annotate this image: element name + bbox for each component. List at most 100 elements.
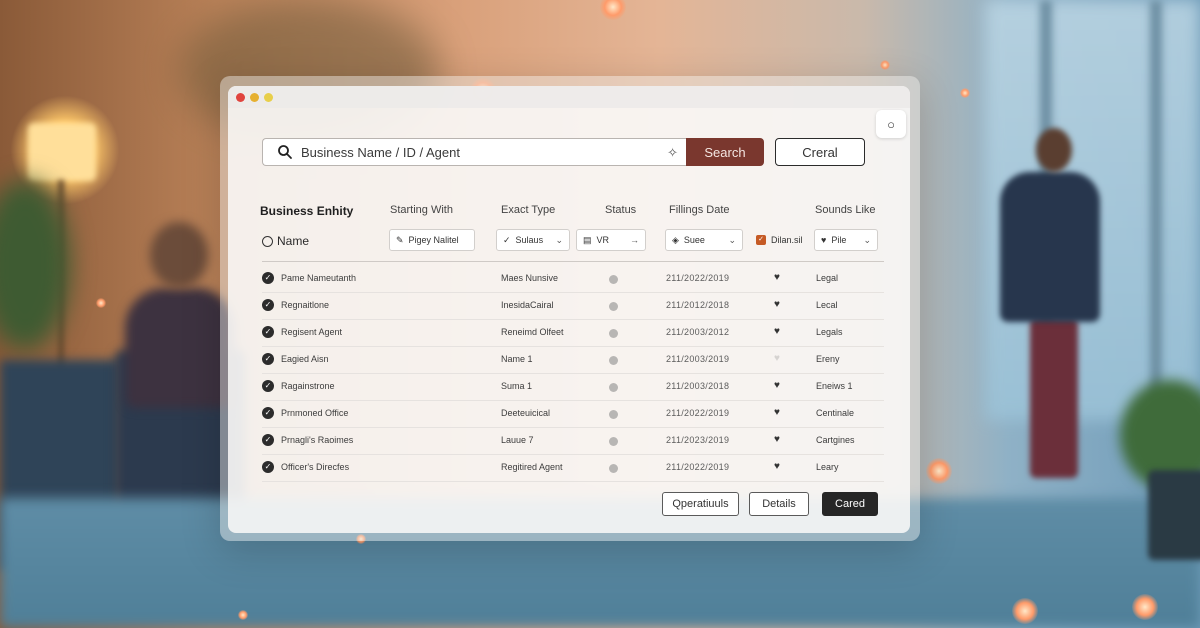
heart-icon[interactable]: ♥ (774, 326, 780, 337)
status-dot-icon (609, 437, 618, 446)
row-filing-date: 211/2022/2019 (666, 462, 730, 472)
cancel-button[interactable]: Creral (775, 138, 865, 166)
header-filings-date: Fillings Date (669, 204, 730, 216)
search-icon (278, 145, 292, 159)
row-filing-date: 211/2003/2018 (666, 381, 730, 391)
row-business-name: Ragainstrone (281, 381, 335, 391)
table-row[interactable]: ✓ Officer's Direcfes Regitired Agent 211… (262, 454, 884, 482)
table-row[interactable]: ✓ Eagied Aisn Name 1 211/2003/2019 ♥ Ere… (262, 346, 884, 374)
settings-button[interactable]: ○ (876, 110, 906, 138)
check-circle-icon: ✓ (262, 380, 274, 392)
light-particle (1132, 594, 1158, 620)
check-circle-icon: ✓ (262, 326, 274, 338)
header-starting-with: Starting With (390, 204, 453, 216)
arrow-right-icon: → (630, 235, 639, 245)
row-type: Suma 1 (501, 381, 533, 391)
status-dot-icon (609, 356, 618, 365)
row-business-name: Prnagli's Raoimes (281, 435, 354, 445)
row-business-name: Officer's Direcfes (281, 462, 350, 472)
heart-icon[interactable]: ♥ (774, 272, 780, 283)
row-filing-date: 211/2023/2019 (666, 435, 730, 445)
row-business-name: Prnmoned Office (281, 408, 349, 418)
light-particle (238, 610, 248, 620)
status-dot-icon (609, 302, 618, 311)
status-dot-icon (609, 410, 618, 419)
table-row[interactable]: ✓ Pame Nameutanth Maes Nunsive 211/2022/… (262, 265, 884, 293)
heart-icon[interactable]: ♥ (774, 380, 780, 391)
seated-person (125, 288, 235, 408)
row-type: InesidaCairal (501, 300, 554, 310)
row-filing-date: 211/2022/2019 (666, 408, 730, 418)
heart-icon[interactable]: ♥ (774, 407, 780, 418)
row-type: Deeteuicical (501, 408, 551, 418)
row-type: Lauue 7 (501, 435, 534, 445)
heart-icon[interactable]: ♥ (774, 461, 780, 472)
search-input[interactable] (299, 143, 663, 161)
table-row[interactable]: ✓ Prnagli's Raoimes Lauue 7 211/2023/201… (262, 427, 884, 455)
table-divider (262, 261, 884, 262)
status-dot-icon (609, 275, 618, 284)
search-button[interactable]: Search (686, 138, 764, 166)
light-particle (880, 60, 890, 70)
checkbox-filter[interactable]: ✓ Dilan.sil (750, 229, 810, 251)
submit-button[interactable]: Cared (822, 492, 878, 516)
calendar-icon: ▤ (583, 234, 592, 245)
row-business-name: Eagied Aisn (281, 354, 329, 364)
close-window-button[interactable] (236, 93, 245, 102)
row-sounds-like: Legal (816, 273, 839, 283)
maximize-window-button[interactable] (264, 93, 273, 102)
check-circle-icon: ✓ (262, 299, 274, 311)
status-value: VR (596, 235, 610, 245)
row-sounds-like: Legals (816, 327, 843, 337)
row-business-name: Regisent Agent (281, 327, 343, 337)
voice-search-icon[interactable]: ✧ (667, 145, 678, 161)
status-filter[interactable]: ▤ VR → (576, 229, 646, 251)
check-circle-icon: ✓ (262, 434, 274, 446)
table-row[interactable]: ✓ Ragainstrone Suma 1 211/2003/2018 ♥ En… (262, 373, 884, 401)
header-sounds-like: Sounds Like (815, 204, 876, 216)
row-filing-date: 211/2003/2019 (666, 354, 730, 364)
starting-with-filter[interactable]: ✎ Pigey Nalitel (389, 229, 475, 251)
chevron-down-icon: ⌄ (728, 234, 736, 245)
heart-icon[interactable]: ♥ (774, 299, 780, 310)
sounds-like-value: Pile (831, 235, 847, 245)
check-circle-icon: ✓ (262, 353, 274, 365)
heart-icon[interactable]: ♥ (774, 434, 780, 445)
chevron-down-icon: ⌄ (555, 234, 563, 245)
light-particle (1012, 598, 1038, 624)
filings-date-dropdown[interactable]: ◈ Suee ⌄ (665, 229, 743, 251)
minimize-window-button[interactable] (250, 93, 259, 102)
row-sounds-like: Lecal (816, 300, 838, 310)
table-row[interactable]: ✓ Regnaitlone InesidaCairal 211/2012/201… (262, 292, 884, 320)
exact-type-dropdown[interactable]: ✓ Sulaus ⌄ (496, 229, 570, 251)
heart-outline-icon[interactable]: ♥ (774, 353, 780, 364)
name-label: Name (277, 234, 310, 248)
light-particle (600, 0, 626, 20)
tag-icon: ◈ (672, 234, 679, 245)
seated-person-head (150, 222, 208, 288)
operations-button[interactable]: Qperatiuuls (662, 492, 739, 516)
search-bar: ✧ (262, 138, 686, 166)
walking-person-head (1036, 128, 1072, 172)
checkbox-checked-icon: ✓ (756, 235, 766, 245)
light-particle (926, 458, 952, 484)
header-status: Status (605, 204, 637, 216)
row-filing-date: 211/2003/2012 (666, 327, 730, 337)
row-type: Regitired Agent (501, 462, 563, 472)
row-business-name: Regnaitlone (281, 300, 330, 310)
sounds-like-dropdown[interactable]: ♥ Pile ⌄ (814, 229, 878, 251)
window-mullion (1150, 0, 1162, 420)
details-button[interactable]: Details (749, 492, 809, 516)
chevron-down-icon: ⌄ (863, 234, 871, 245)
check-circle-icon: ✓ (262, 272, 274, 284)
name-filter-label[interactable]: Name (262, 234, 309, 248)
row-filing-date: 211/2012/2018 (666, 300, 730, 310)
heart-icon: ♥ (821, 235, 827, 245)
row-sounds-like: Eneiws 1 (816, 381, 853, 391)
status-dot-icon (609, 464, 618, 473)
status-dot-icon (609, 329, 618, 338)
radio-icon (262, 235, 273, 247)
table-row[interactable]: ✓ Prnmoned Office Deeteuicical 211/2022/… (262, 400, 884, 428)
table-row[interactable]: ✓ Regisent Agent Reneimd Olfeet 211/2003… (262, 319, 884, 347)
walking-person (1000, 172, 1100, 322)
